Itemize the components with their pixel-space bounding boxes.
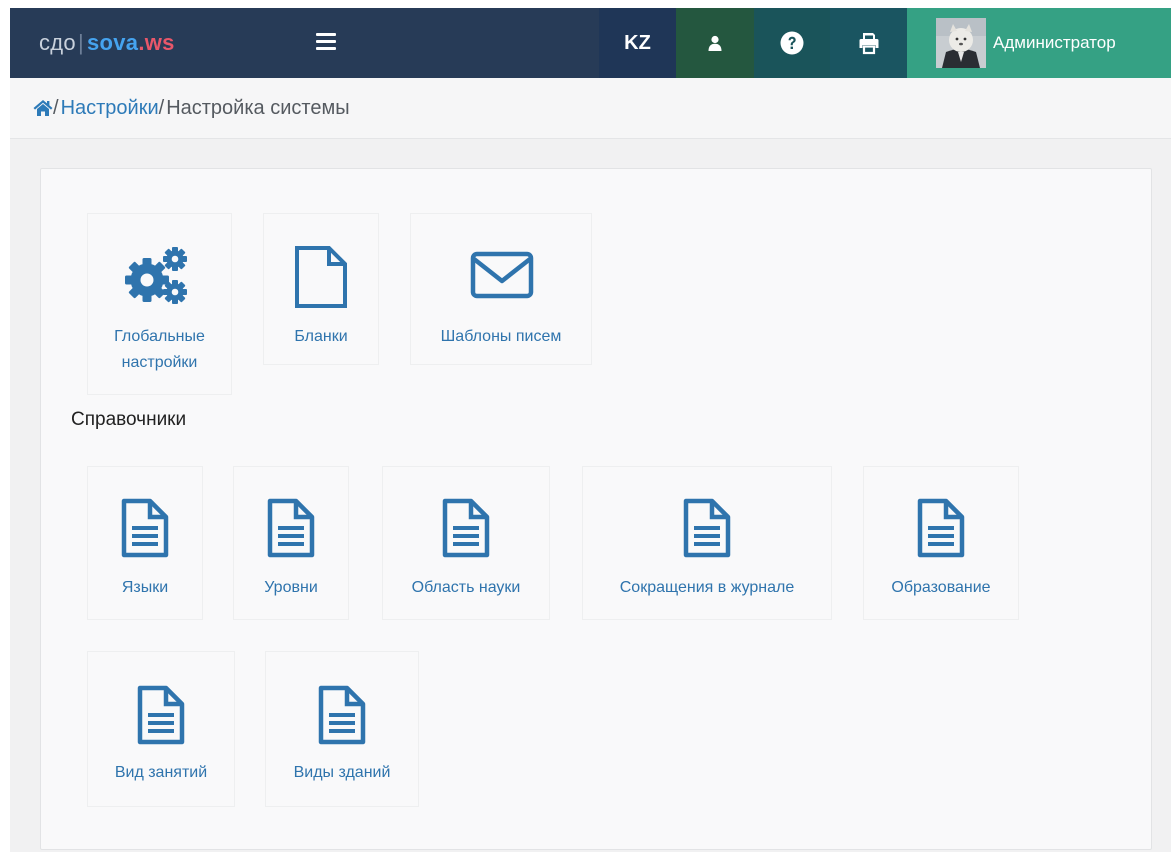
tile-label: Бланки: [294, 328, 348, 345]
user-icon: [708, 35, 722, 51]
user-menu[interactable]: Администратор: [907, 8, 1171, 78]
tile-label: Сокращения в журнале: [619, 579, 795, 596]
breadcrumb: / Настройки / Настройка системы: [10, 78, 1171, 139]
file-text-icon: [267, 498, 315, 558]
app-frame: сдо| sova.ws KZ Администратор / Настройк…: [10, 8, 1171, 852]
tile-education[interactable]: Образование: [863, 466, 1019, 620]
brand-ws: .ws: [138, 30, 175, 55]
tile-label: Образование: [891, 579, 991, 596]
language-switch-button[interactable]: KZ: [599, 8, 676, 78]
tile-journal-abbreviations[interactable]: Сокращения в журнале: [582, 466, 832, 620]
file-text-icon: [683, 498, 731, 558]
tile-label: Вид занятий: [114, 764, 208, 781]
tile-label: Уровни: [264, 579, 318, 596]
tile-global-settings[interactable]: Глобальные настройки: [87, 213, 232, 395]
tile-letter-templates[interactable]: Шаблоны писем: [410, 213, 592, 365]
breadcrumb-separator: /: [53, 96, 59, 119]
profile-button[interactable]: [676, 8, 754, 78]
print-button[interactable]: [830, 8, 907, 78]
file-text-icon: [442, 498, 490, 558]
tile-label: Глобальные настройки: [114, 328, 205, 371]
help-button[interactable]: [754, 8, 830, 78]
tile-languages[interactable]: Языки: [87, 466, 203, 620]
question-circle-icon: [780, 31, 804, 55]
directories-title: Справочники: [71, 409, 187, 430]
tile-levels[interactable]: Уровни: [233, 466, 349, 620]
hamburger-icon[interactable]: [316, 30, 338, 54]
tile-building-types[interactable]: Виды зданий: [265, 651, 419, 807]
home-icon[interactable]: [33, 99, 53, 117]
brand-sova: sova: [87, 30, 139, 55]
tile-blanks[interactable]: Бланки: [263, 213, 379, 365]
tile-science-field[interactable]: Область науки: [382, 466, 550, 620]
top-navbar: сдо| sova.ws KZ Администратор: [10, 8, 1171, 78]
breadcrumb-separator: /: [158, 96, 165, 119]
file-text-icon: [137, 685, 185, 745]
file-text-icon: [121, 498, 169, 558]
tile-label: Виды зданий: [293, 764, 391, 781]
settings-panel: Глобальные настройки Бланки Шаблоны писе…: [40, 168, 1152, 850]
printer-icon: [859, 33, 878, 55]
envelope-icon: [470, 251, 534, 299]
breadcrumb-settings-link[interactable]: Настройки: [61, 97, 159, 120]
breadcrumb-current: Настройка системы: [166, 96, 350, 119]
language-label: KZ: [624, 31, 651, 54]
gears-icon: [125, 247, 187, 304]
tile-lesson-type[interactable]: Вид занятий: [87, 651, 235, 807]
brand-separator: |: [77, 30, 84, 55]
tile-label: Область науки: [411, 579, 521, 596]
file-text-icon: [318, 685, 366, 745]
file-icon: [295, 246, 347, 308]
file-text-icon: [917, 498, 965, 558]
avatar: [936, 18, 986, 68]
tile-label: Языки: [121, 579, 169, 596]
user-name: Администратор: [993, 33, 1116, 52]
brand-cdo: сдо: [39, 30, 76, 55]
tile-label: Шаблоны писем: [440, 328, 562, 345]
brand-logo[interactable]: сдо| sova.ws: [39, 8, 175, 78]
